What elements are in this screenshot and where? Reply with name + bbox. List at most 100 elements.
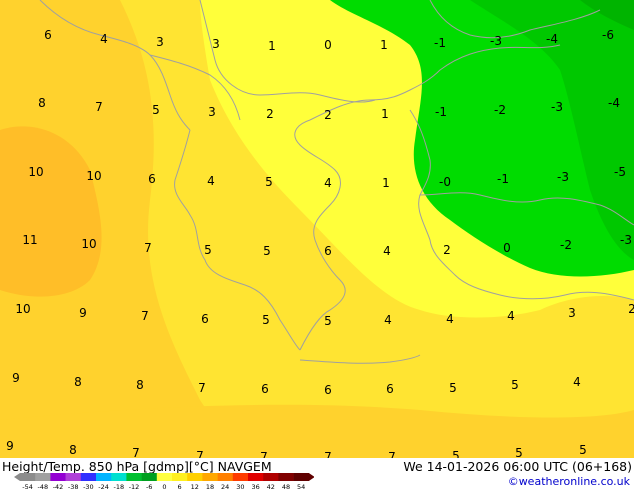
scale-swatch bbox=[232, 473, 249, 481]
temperature-value: 2 bbox=[443, 243, 451, 257]
scale-swatch bbox=[141, 473, 158, 481]
temperature-value: -5 bbox=[614, 165, 626, 179]
temperature-value: 6 bbox=[324, 383, 332, 397]
scale-tick-label: -30 bbox=[83, 483, 94, 490]
scale-tick-label: 6 bbox=[178, 483, 182, 490]
temperature-value: 1 bbox=[380, 38, 388, 52]
temperature-value: 5 bbox=[452, 449, 460, 458]
scale-tick-label: 0 bbox=[162, 483, 166, 490]
temperature-value: -1 bbox=[497, 172, 509, 186]
temperature-value: 5 bbox=[511, 378, 519, 392]
temperature-value: 8 bbox=[38, 96, 46, 110]
scale-tick-label: -38 bbox=[68, 483, 79, 490]
temperature-value: 0 bbox=[324, 38, 332, 52]
temperature-value: -4 bbox=[608, 96, 620, 110]
temperature-value: 1 bbox=[382, 176, 390, 190]
temperature-value: 8 bbox=[136, 378, 144, 392]
temperature-value: 7 bbox=[144, 241, 152, 255]
scale-swatch bbox=[50, 473, 66, 481]
temperature-value: 7 bbox=[198, 381, 206, 395]
temperature-value: 2 bbox=[628, 302, 634, 316]
temperature-value: 2 bbox=[266, 107, 274, 121]
temperature-value: 4 bbox=[324, 176, 332, 190]
scale-swatch bbox=[172, 473, 188, 481]
temperature-value: 10 bbox=[86, 169, 101, 183]
temperature-value: 6 bbox=[201, 312, 209, 326]
temperature-value: 3 bbox=[208, 105, 216, 119]
scale-tick-label: -54 bbox=[22, 483, 33, 490]
temperature-value: 9 bbox=[6, 439, 14, 453]
temperature-value: 10 bbox=[81, 237, 96, 251]
temperature-value: 7 bbox=[141, 309, 149, 323]
temperature-value: 5 bbox=[579, 443, 587, 457]
temperature-value: 4 bbox=[573, 375, 581, 389]
temperature-value: 8 bbox=[69, 443, 77, 457]
forecast-datetime: We 14-01-2026 06:00 UTC (06+168) bbox=[403, 459, 632, 474]
temperature-map: 6 4 3 3 1 0 1 -1 -3 -4 -68 7 5 3 2 2 1 -1 -2 -3 -410 10 6 4 5 4 1-… bbox=[0, 0, 634, 458]
scale-swatch bbox=[263, 473, 279, 481]
scale-swatch bbox=[111, 473, 127, 481]
scale-tick-label: 30 bbox=[236, 483, 244, 490]
scale-right-arrow bbox=[308, 473, 314, 481]
temperature-value: 2 bbox=[324, 108, 332, 122]
temperature-value: 1 bbox=[381, 107, 389, 121]
temperature-value: 4 bbox=[446, 312, 454, 326]
color-scale-ticks: -54 -48 -42 -38 -30 -24 -18 -12 -6 0 6 12 18 24 30 36 42… bbox=[22, 483, 305, 490]
temperature-value: 9 bbox=[79, 306, 87, 320]
scale-tick-label: 42 bbox=[267, 483, 275, 490]
temperature-value: 7 bbox=[95, 100, 103, 114]
temperature-value: 5 bbox=[262, 313, 270, 327]
temperature-value: 4 bbox=[100, 32, 108, 46]
weather-map-screen: 6 4 3 3 1 0 1 -1 -3 -4 -6 8 7 5 3 2 2 1 -1 -2 -3 -4 10 10 6 4 5 4 1-… bbox=[0, 0, 634, 490]
scale-swatch bbox=[126, 473, 142, 481]
temperature-value: -2 bbox=[494, 103, 506, 117]
temperature-value: -6 bbox=[602, 28, 614, 42]
scale-tick-label: 54 bbox=[297, 483, 305, 490]
temperature-value: 7 bbox=[324, 450, 332, 458]
temperature-value: 5 bbox=[204, 243, 212, 257]
temperature-value: 4 bbox=[383, 244, 391, 258]
temperature-value: 7 bbox=[260, 450, 268, 458]
temperature-value: 9 bbox=[12, 371, 20, 385]
temperature-value: 10 bbox=[15, 302, 30, 316]
scale-tick-label: -18 bbox=[113, 483, 124, 490]
temperature-value: 3 bbox=[212, 37, 220, 51]
scale-swatch bbox=[156, 473, 173, 481]
temperature-value: 6 bbox=[386, 382, 394, 396]
temperature-value: 5 bbox=[263, 244, 271, 258]
temperature-value: 1 bbox=[268, 39, 276, 53]
scale-swatch bbox=[20, 473, 36, 481]
scale-tick-label: 12 bbox=[191, 483, 199, 490]
temperature-value: 5 bbox=[265, 175, 273, 189]
scale-tick-label: 18 bbox=[206, 483, 214, 490]
scale-tick-label: 36 bbox=[251, 483, 259, 490]
temperature-value: 6 bbox=[148, 172, 156, 186]
temperature-value: -0 bbox=[439, 175, 451, 189]
temperature-value: -1 bbox=[434, 36, 446, 50]
temperature-value: 6 bbox=[324, 244, 332, 258]
temperature-value: 6 bbox=[261, 382, 269, 396]
scale-swatch bbox=[35, 473, 51, 481]
temperature-value: 4 bbox=[384, 313, 392, 327]
temperature-value: 5 bbox=[449, 381, 457, 395]
scale-tick-label: -12 bbox=[129, 483, 140, 490]
color-scale-swatches bbox=[14, 473, 314, 481]
temperature-value: 11 bbox=[22, 233, 37, 247]
temperature-value: 5 bbox=[515, 446, 523, 458]
scale-tick-label: -42 bbox=[53, 483, 64, 490]
temperature-value: 0 bbox=[503, 241, 511, 255]
temperature-value: 5 bbox=[152, 103, 160, 117]
temperature-value: 4 bbox=[507, 309, 515, 323]
scale-tick-label: -24 bbox=[98, 483, 109, 490]
temperature-value: 10 bbox=[28, 165, 43, 179]
scale-swatch bbox=[96, 473, 112, 481]
temperature-value: -1 bbox=[435, 105, 447, 119]
temperature-value: 7 bbox=[132, 446, 140, 458]
temperature-value: -3 bbox=[551, 100, 563, 114]
scale-tick-label: 24 bbox=[221, 483, 229, 490]
color-scale: -54 -48 -42 -38 -30 -24 -18 -12 -6 0 6 12 18 24 30 36 42… bbox=[14, 473, 314, 490]
scale-swatch bbox=[202, 473, 218, 481]
credit-link[interactable]: ©weatheronline.co.uk bbox=[508, 475, 630, 488]
temperature-value: 7 bbox=[196, 449, 204, 458]
scale-swatch bbox=[217, 473, 234, 481]
